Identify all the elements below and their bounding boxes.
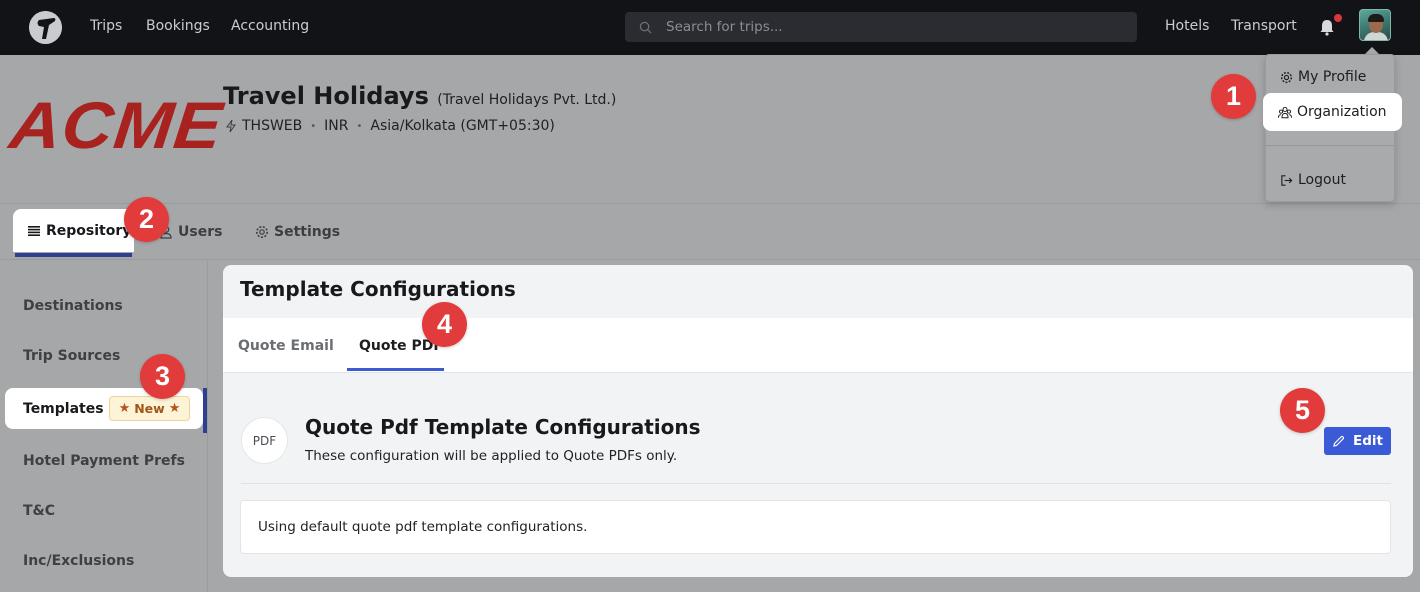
tab-settings[interactable]: Settings: [255, 224, 340, 240]
search-bar[interactable]: [625, 12, 1137, 42]
sidebar-item-destinations[interactable]: Destinations: [23, 298, 123, 314]
star-icon: ★: [168, 401, 181, 416]
annotation-marker-3: 3: [140, 354, 185, 399]
gear-icon: [1280, 71, 1293, 83]
company-logo-icon[interactable]: [29, 11, 62, 44]
organization-code: THSWEB: [242, 118, 303, 134]
annotation-marker-1: 1: [1211, 74, 1256, 119]
users-icon: [1278, 106, 1292, 118]
sidebar-item-trip-sources[interactable]: Trip Sources: [23, 348, 120, 364]
organization-logo: ACME: [6, 88, 227, 162]
template-configurations-card: Template Configurations Quote Email Quot…: [223, 265, 1413, 577]
organization-timezone: Asia/Kolkata (GMT+05:30): [370, 118, 555, 134]
bolt-icon: [226, 119, 236, 133]
page-title: Template Configurations: [240, 277, 516, 301]
menu-item-my-profile[interactable]: My Profile: [1280, 69, 1366, 85]
tab-repository-label: Repository: [46, 222, 132, 239]
sidebar-item-inc-exclusions[interactable]: Inc/Exclusions: [23, 553, 134, 569]
organization-meta: THSWEB • INR • Asia/Kolkata (GMT+05:30): [225, 118, 555, 134]
annotation-marker-5: 5: [1280, 388, 1325, 433]
sidebar-active-indicator: [203, 388, 207, 433]
new-badge: ★ New ★: [108, 396, 191, 421]
menu-item-logout[interactable]: Logout: [1280, 172, 1346, 188]
organization-display-name: Travel Holidays: [223, 82, 429, 110]
menu-divider: [1266, 145, 1394, 146]
tab-repository[interactable]: Repository: [13, 209, 134, 252]
configuration-info: Using default quote pdf template configu…: [240, 500, 1391, 554]
nav-hotels[interactable]: Hotels: [1165, 18, 1209, 34]
tab-users[interactable]: Users: [159, 224, 222, 240]
nav-bookings[interactable]: Bookings: [146, 18, 210, 34]
section-title: Quote Pdf Template Configurations: [305, 415, 701, 439]
template-tabs: Quote Email Quote PDF: [223, 318, 1413, 373]
nav-transport[interactable]: Transport: [1231, 18, 1297, 34]
sidebar-item-hotel-payment-prefs[interactable]: Hotel Payment Prefs: [23, 453, 185, 469]
annotation-marker-2: 2: [124, 197, 169, 242]
annotation-marker-4: 4: [422, 302, 467, 347]
logout-icon: [1281, 174, 1293, 186]
nav-trips[interactable]: Trips: [90, 18, 122, 34]
notification-dot: [1334, 14, 1342, 22]
search-icon: [639, 21, 652, 33]
user-avatar[interactable]: [1359, 9, 1391, 41]
sidebar-item-label: Templates: [23, 400, 104, 417]
pdf-icon: PDF: [241, 417, 288, 464]
tab-quote-email[interactable]: Quote Email: [238, 338, 334, 354]
star-icon: ★: [118, 401, 131, 416]
menu-item-organization[interactable]: Organization: [1263, 93, 1402, 131]
organization-legal-name: (Travel Holidays Pvt. Ltd.): [437, 92, 617, 108]
bell-icon[interactable]: [1319, 18, 1335, 36]
section-subtitle: These configuration will be applied to Q…: [305, 448, 678, 464]
nav-accounting[interactable]: Accounting: [231, 18, 309, 34]
pencil-icon: [1333, 435, 1345, 447]
top-navbar: Trips Bookings Accounting Hotels Transpo…: [0, 0, 1420, 55]
tab-users-label: Users: [178, 224, 223, 240]
tab-active-indicator: [15, 253, 132, 257]
organization-currency: INR: [324, 118, 349, 134]
gear-icon: [256, 226, 268, 238]
edit-button[interactable]: Edit: [1324, 427, 1391, 455]
search-input[interactable]: [666, 19, 1106, 35]
tab-active-indicator: [347, 368, 444, 371]
sidebar-item-tnc[interactable]: T&C: [23, 503, 55, 519]
list-icon: [28, 225, 40, 236]
section-divider: [241, 483, 1391, 484]
organization-name: Travel Holidays (Travel Holidays Pvt. Lt…: [223, 82, 616, 110]
tab-settings-label: Settings: [274, 224, 341, 240]
